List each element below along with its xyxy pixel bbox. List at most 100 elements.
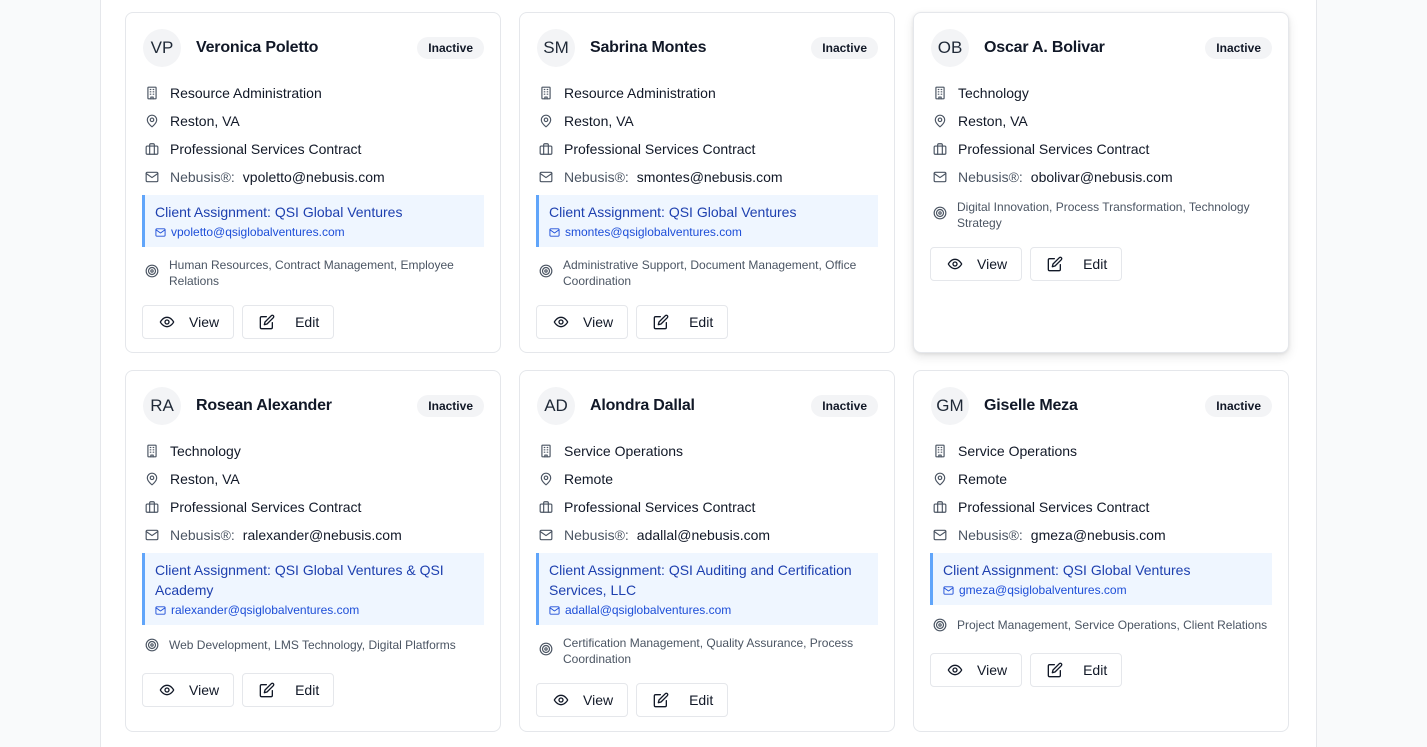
skills-text: Project Management, Service Operations, … <box>957 618 1268 632</box>
department-row: Technology <box>142 437 484 465</box>
briefcase-icon <box>539 142 553 156</box>
assignment-email[interactable]: adallal@qsiglobalventures.com <box>565 602 731 618</box>
edit-button[interactable]: Edit <box>1030 247 1123 281</box>
view-label: View <box>977 256 1008 272</box>
target-icon <box>933 206 947 220</box>
avatar: OB <box>931 29 969 67</box>
skills-row: Web Development, LMS Technology, Digital… <box>142 633 484 657</box>
nebusis-label: Nebusis®: <box>564 169 629 185</box>
assignment-email[interactable]: gmeza@qsiglobalventures.com <box>959 582 1127 598</box>
skills-row: Digital Innovation, Process Transformati… <box>930 197 1272 231</box>
email-row: Nebusis®: obolivar@nebusis.com <box>930 163 1272 191</box>
briefcase-icon <box>145 142 159 156</box>
contract-text: Professional Services Contract <box>170 141 362 157</box>
assignment-email[interactable]: vpoletto@qsiglobalventures.com <box>171 224 345 240</box>
nebusis-label: Nebusis®: <box>170 527 235 543</box>
edit-label: Edit <box>689 692 714 708</box>
view-button[interactable]: View <box>142 673 235 707</box>
assignment-title: Client Assignment: QSI Global Ventures <box>943 562 1191 578</box>
nebusis-label: Nebusis®: <box>564 527 629 543</box>
edit-icon <box>1047 662 1083 678</box>
mail-icon <box>549 227 565 238</box>
skills-row: Project Management, Service Operations, … <box>930 613 1272 637</box>
employee-card: SM Sabrina Montes Inactive Resource Admi… <box>519 12 895 353</box>
edit-icon <box>653 692 689 708</box>
email-row: Nebusis®: vpoletto@nebusis.com <box>142 163 484 191</box>
eye-icon <box>553 314 583 330</box>
contract-text: Professional Services Contract <box>958 499 1150 515</box>
client-assignment: Client Assignment: QSI Global Ventures s… <box>536 195 878 247</box>
nebusis-email[interactable]: vpoletto@nebusis.com <box>243 169 385 185</box>
building-icon <box>145 444 159 458</box>
skills-text: Web Development, LMS Technology, Digital… <box>169 638 456 652</box>
edit-label: Edit <box>1083 662 1108 678</box>
client-assignment: Client Assignment: QSI Global Ventures &… <box>142 553 484 625</box>
eye-icon <box>947 256 977 272</box>
view-label: View <box>583 692 614 708</box>
nebusis-email[interactable]: ralexander@nebusis.com <box>243 527 402 543</box>
department-row: Resource Administration <box>142 79 484 107</box>
location-row: Reston, VA <box>142 465 484 493</box>
view-button[interactable]: View <box>930 247 1023 281</box>
view-button[interactable]: View <box>536 683 629 717</box>
department-text: Technology <box>958 85 1029 101</box>
mail-icon <box>155 227 171 238</box>
location-text: Reston, VA <box>170 113 240 129</box>
target-icon <box>539 264 553 278</box>
edit-button[interactable]: Edit <box>636 683 729 717</box>
edit-button[interactable]: Edit <box>242 305 335 339</box>
department-text: Service Operations <box>564 443 684 459</box>
employee-card: GM Giselle Meza Inactive Service Operati… <box>913 370 1289 732</box>
employee-name: Veronica Poletto <box>196 39 319 56</box>
view-label: View <box>977 662 1008 678</box>
edit-icon <box>1047 256 1083 272</box>
employee-card: OB Oscar A. Bolivar Inactive Technology … <box>913 12 1289 353</box>
building-icon <box>539 86 553 100</box>
view-label: View <box>583 314 614 330</box>
target-icon <box>539 642 553 656</box>
department-row: Service Operations <box>930 437 1272 465</box>
nebusis-email[interactable]: adallal@nebusis.com <box>637 527 770 543</box>
nebusis-email[interactable]: obolivar@nebusis.com <box>1031 169 1173 185</box>
employee-name: Alondra Dallal <box>590 397 695 414</box>
edit-icon <box>259 682 295 698</box>
building-icon <box>145 86 159 100</box>
mail-icon <box>933 170 947 184</box>
view-button[interactable]: View <box>930 653 1023 687</box>
employee-name: Rosean Alexander <box>196 397 332 414</box>
view-button[interactable]: View <box>536 305 629 339</box>
view-label: View <box>189 314 220 330</box>
location-row: Remote <box>536 465 878 493</box>
assignment-title: Client Assignment: QSI Global Ventures <box>549 204 797 220</box>
email-row: Nebusis®: smontes@nebusis.com <box>536 163 878 191</box>
contract-row: Professional Services Contract <box>930 493 1272 521</box>
building-icon <box>539 444 553 458</box>
mail-icon <box>549 605 565 616</box>
avatar: SM <box>537 29 575 67</box>
nebusis-email[interactable]: gmeza@nebusis.com <box>1031 527 1166 543</box>
assignment-email[interactable]: ralexander@qsiglobalventures.com <box>171 602 359 618</box>
skills-text: Certification Management, Quality Assura… <box>563 636 854 666</box>
location-text: Remote <box>958 471 1008 487</box>
view-button[interactable]: View <box>142 305 235 339</box>
edit-button[interactable]: Edit <box>1030 653 1123 687</box>
mail-icon <box>145 528 159 542</box>
main-content: VP Veronica Poletto Inactive Resource Ad… <box>100 0 1317 747</box>
eye-icon <box>947 662 977 678</box>
mail-icon <box>145 170 159 184</box>
edit-icon <box>653 314 689 330</box>
skills-text: Human Resources, Contract Management, Em… <box>169 258 454 288</box>
briefcase-icon <box>933 500 947 514</box>
nebusis-email[interactable]: smontes@nebusis.com <box>637 169 783 185</box>
location-text: Reston, VA <box>958 113 1028 129</box>
edit-button[interactable]: Edit <box>242 673 335 707</box>
eye-icon <box>159 682 189 698</box>
skills-row: Human Resources, Contract Management, Em… <box>142 255 484 289</box>
eye-icon <box>553 692 583 708</box>
employee-name: Sabrina Montes <box>590 39 707 56</box>
employee-name: Oscar A. Bolivar <box>984 39 1105 56</box>
edit-button[interactable]: Edit <box>636 305 729 339</box>
target-icon <box>933 618 947 632</box>
assignment-email[interactable]: smontes@qsiglobalventures.com <box>565 224 742 240</box>
department-row: Service Operations <box>536 437 878 465</box>
